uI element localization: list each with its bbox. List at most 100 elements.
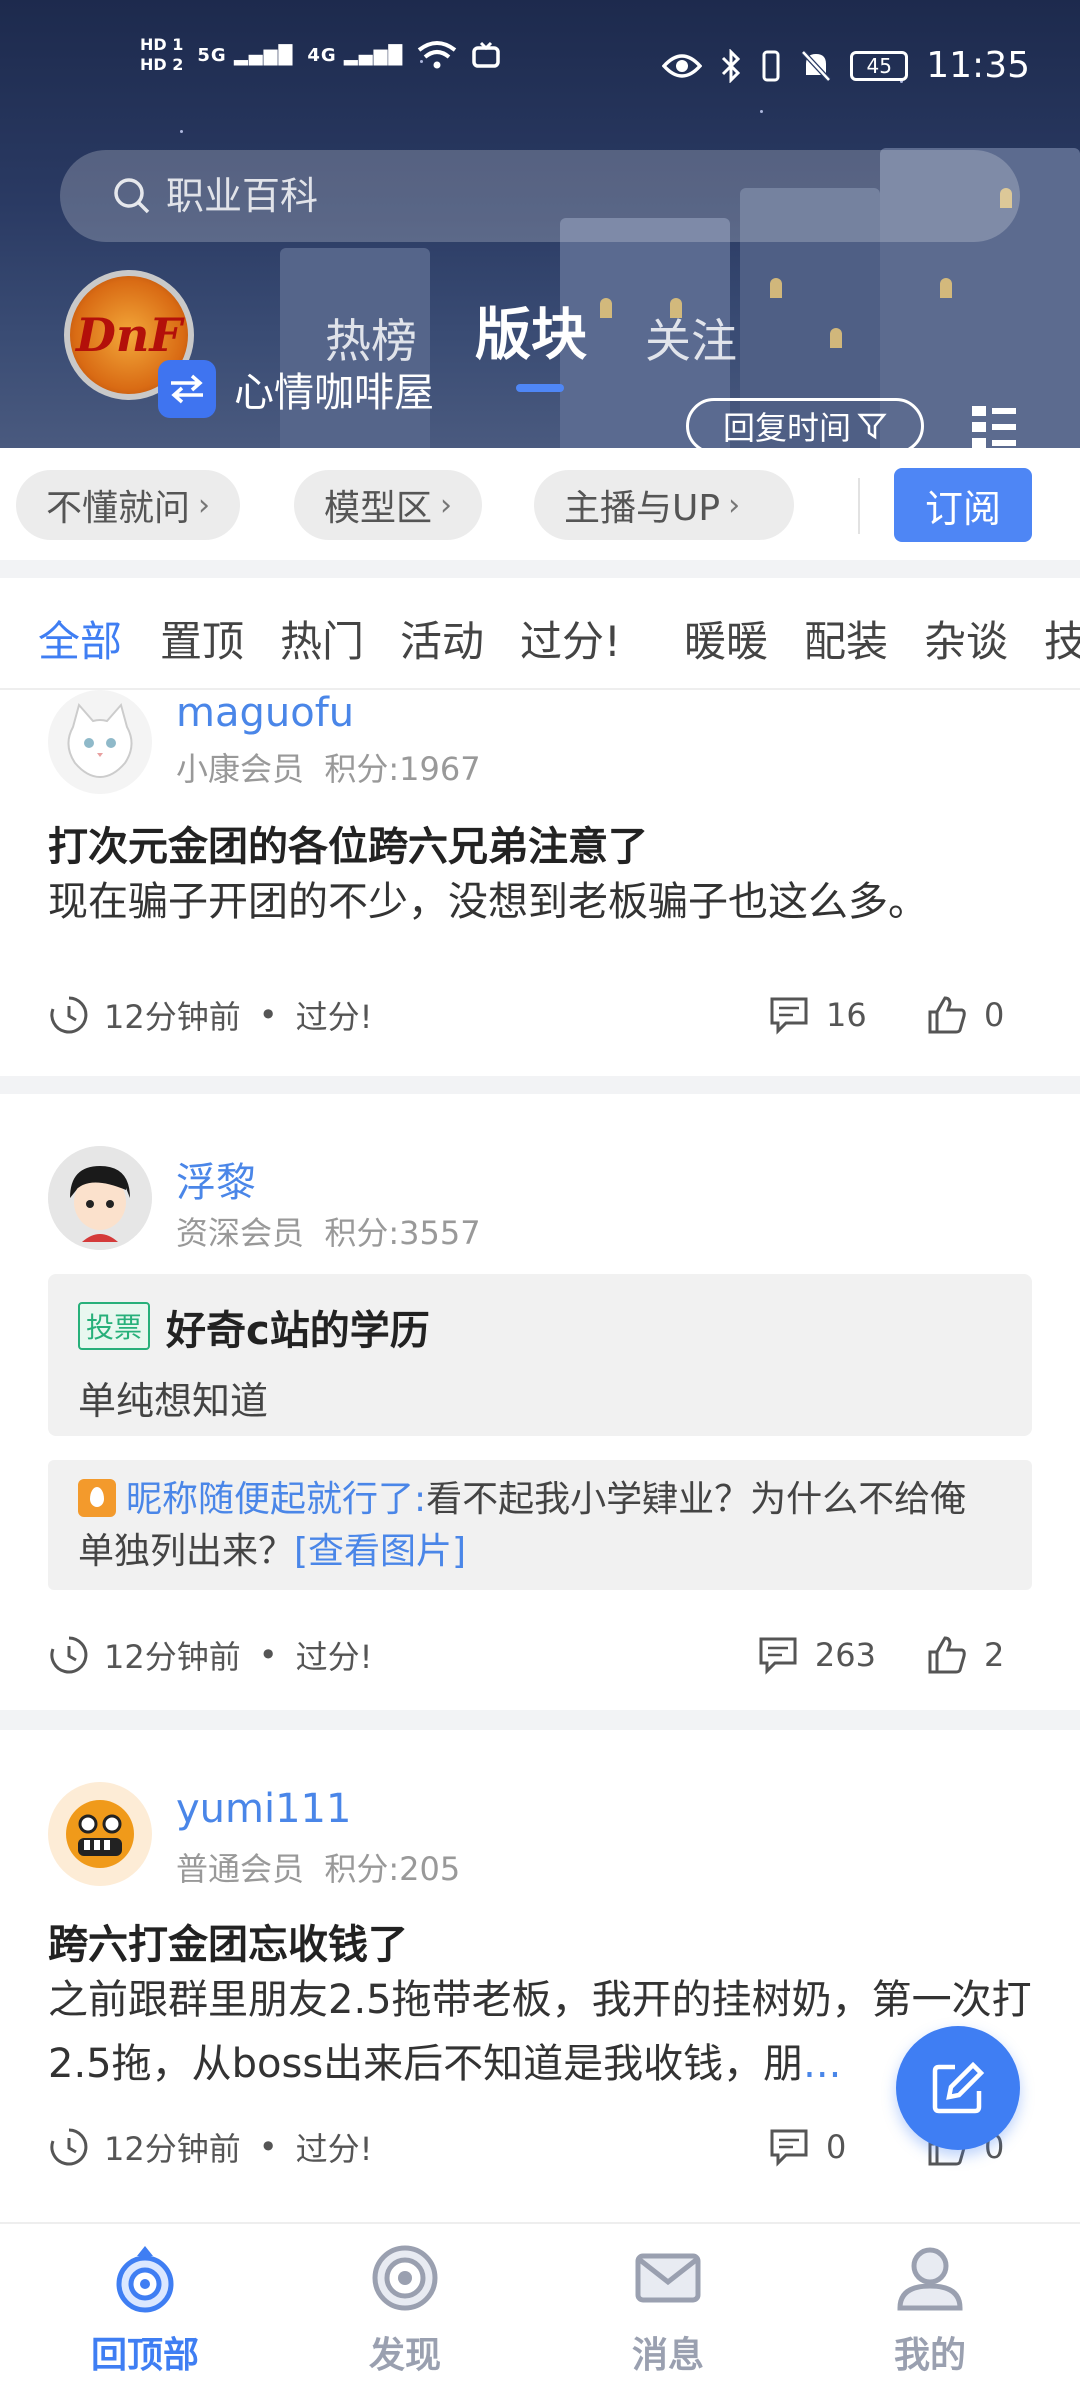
user-points: 积分:1967 (324, 750, 481, 788)
category-tab-tech[interactable]: 技 (1044, 608, 1080, 669)
sim2-label: HD 2 (140, 55, 184, 74)
forum-switcher[interactable]: 心情咖啡屋 (158, 360, 434, 418)
vote-badge: 投票 (78, 1302, 151, 1350)
nav-label: 消息 (631, 2335, 704, 2376)
tab-forums[interactable]: 版块 (475, 290, 587, 371)
tab-following[interactable]: 关注 (645, 305, 737, 371)
bottom-nav: 回顶部 发现 消息 我的 (0, 2222, 1080, 2400)
category-tab-outrageous[interactable]: 过分! (520, 608, 621, 669)
subscribe-button[interactable]: 订阅 (894, 468, 1032, 542)
post-stats: 263 2 (757, 1634, 1034, 1676)
category-tab-builds[interactable]: 配装 (804, 608, 888, 669)
post-category[interactable]: 过分! (296, 992, 373, 1038)
tv-icon (472, 41, 501, 68)
post-meta: 12分钟前 • 过分! 16 0 (48, 990, 1034, 1040)
search-bar[interactable] (60, 150, 1020, 242)
edit-icon (932, 2061, 985, 2114)
chip-label: 主播与UP (564, 488, 721, 529)
avatar[interactable] (48, 690, 152, 794)
like-button[interactable]: 0 (926, 994, 1034, 1036)
chip-streamers[interactable]: 主播与UP › (534, 470, 794, 540)
category-tab-all[interactable]: 全部 (38, 608, 122, 669)
list-layout-button[interactable] (970, 402, 1018, 448)
category-tab-pinned[interactable]: 置顶 (160, 608, 244, 669)
separator-dot: • (258, 1636, 278, 1674)
like-count: 2 (984, 1636, 1005, 1674)
category-tab-nuannuan[interactable]: 暖暖 (684, 608, 768, 669)
post-card[interactable]: maguofu 小康会员 积分:1967 打次元金团的各位跨六兄弟注意了 现在骗… (0, 690, 1080, 1076)
comment-icon[interactable] (768, 995, 810, 1035)
profile-icon (897, 2247, 963, 2311)
clock-icon (50, 2128, 88, 2166)
sort-by-reply-time-button[interactable]: 回复时间 (686, 398, 924, 448)
read-more-ellipsis[interactable]: ... (803, 2041, 841, 2087)
chevron-right-icon: › (198, 487, 211, 523)
username[interactable]: maguofu (176, 690, 354, 736)
clock: 11:35 (926, 45, 1030, 86)
like-button[interactable]: 2 (926, 1634, 1034, 1676)
user-level: 小康会员 (176, 750, 305, 788)
avatar[interactable] (48, 1782, 152, 1886)
bluetooth-icon (722, 48, 741, 83)
compose-post-button[interactable] (896, 2026, 1020, 2150)
nav-label: 回顶部 (90, 2335, 199, 2376)
cat-avatar-icon (67, 702, 133, 779)
status-bar: HD 1 HD 2 5G ▂▄▆█ 4G ▂▄▆█ 45 11:35 (0, 0, 1080, 120)
username[interactable]: 浮黎 (176, 1150, 256, 1208)
comment-icon[interactable] (768, 2127, 810, 2167)
nav-me[interactable]: 我的 (830, 2242, 1030, 2378)
divider (858, 478, 860, 534)
username[interactable]: yumi111 (176, 1786, 351, 1832)
quick-links-row: 不懂就问 › 模型区 › 主播与UP › 订阅 (0, 448, 1080, 560)
avatar[interactable] (48, 1146, 152, 1250)
header-banner: HD 1 HD 2 5G ▂▄▆█ 4G ▂▄▆█ 45 11:35 职业百科 … (0, 0, 1080, 448)
chip-ask[interactable]: 不懂就问 › (16, 470, 241, 540)
vote-card[interactable]: 投票 好奇c站的学历 单纯想知道 (48, 1274, 1032, 1436)
post-time: 12分钟前 (104, 1638, 241, 1676)
post-category[interactable]: 过分! (296, 2124, 373, 2170)
post-title[interactable]: 跨六打金团忘收钱了 (48, 1912, 408, 1970)
nav-discover[interactable]: 发现 (305, 2242, 505, 2378)
nav-back-to-top[interactable]: 回顶部 (45, 2242, 245, 2378)
post-category[interactable]: 过分! (296, 1632, 373, 1678)
comment-icon[interactable] (757, 1635, 799, 1675)
hot-reply[interactable]: 昵称随便起就行了:看不起我小学肄业？为什么不给俺单独列出来？[查看图片] (48, 1460, 1032, 1590)
category-tab-events[interactable]: 活动 (400, 608, 484, 669)
user-points: 积分:205 (324, 1850, 461, 1888)
mail-icon (635, 2253, 701, 2303)
post-time: 12分钟前 (104, 2130, 241, 2168)
user-meta: 小康会员 积分:1967 (176, 744, 481, 790)
post-meta: 12分钟前 • 过分! 0 0 (48, 2122, 1034, 2172)
nav-label: 发现 (368, 2335, 441, 2376)
battery-indicator: 45 (850, 50, 909, 81)
post-body-text: 之前跟群里朋友2.5拖带老板，我开的挂树奶，第一次打2.5拖，从boss出来后不… (48, 1977, 1032, 2087)
category-tab-hot[interactable]: 热门 (280, 608, 364, 669)
vote-description: 单纯想知道 (78, 1379, 269, 1423)
chip-model-zone[interactable]: 模型区 › (294, 470, 483, 540)
forum-name: 心情咖啡屋 (234, 370, 434, 416)
post-time: 12分钟前 (104, 998, 241, 1036)
back-to-top-icon (116, 2246, 174, 2313)
thumbs-up-icon (928, 996, 966, 1034)
view-image-link[interactable]: [查看图片] (294, 1531, 466, 1572)
fire-icon (78, 1479, 116, 1517)
switch-forum-icon[interactable] (158, 360, 216, 418)
post-title[interactable]: 打次元金团的各位跨六兄弟注意了 (48, 814, 648, 872)
post-body[interactable]: 现在骗子开团的不少，没想到老板骗子也这么多。 (48, 870, 1038, 934)
reply-nickname[interactable]: 昵称随便起就行了: (126, 1479, 426, 1520)
post-card[interactable]: yumi111 普通会员 积分:205 跨六打金团忘收钱了 之前跟群里朋友2.5… (0, 1730, 1080, 2222)
post-stats: 16 0 (768, 994, 1034, 1036)
star-decoration (180, 130, 183, 133)
category-tab-chat[interactable]: 杂谈 (924, 608, 1008, 669)
separator-dot: • (258, 996, 278, 1034)
post-body[interactable]: 之前跟群里朋友2.5拖带老板，我开的挂树奶，第一次打2.5拖，从boss出来后不… (48, 1968, 1038, 2096)
comment-count: 16 (826, 996, 867, 1034)
search-input[interactable] (166, 174, 966, 218)
post-card[interactable]: 浮黎 资深会员 积分:3557 投票 好奇c站的学历 单纯想知道 昵称随便起就行… (0, 1094, 1080, 1710)
user-meta: 普通会员 积分:205 (176, 1844, 460, 1890)
nav-messages[interactable]: 消息 (568, 2242, 768, 2378)
status-right: 45 11:35 (662, 45, 1030, 86)
list-layout-icon (972, 406, 1016, 448)
status-left: HD 1 HD 2 5G ▂▄▆█ 4G ▂▄▆█ (140, 35, 501, 75)
main-tabs: 热榜 版块 关注 (325, 290, 737, 371)
